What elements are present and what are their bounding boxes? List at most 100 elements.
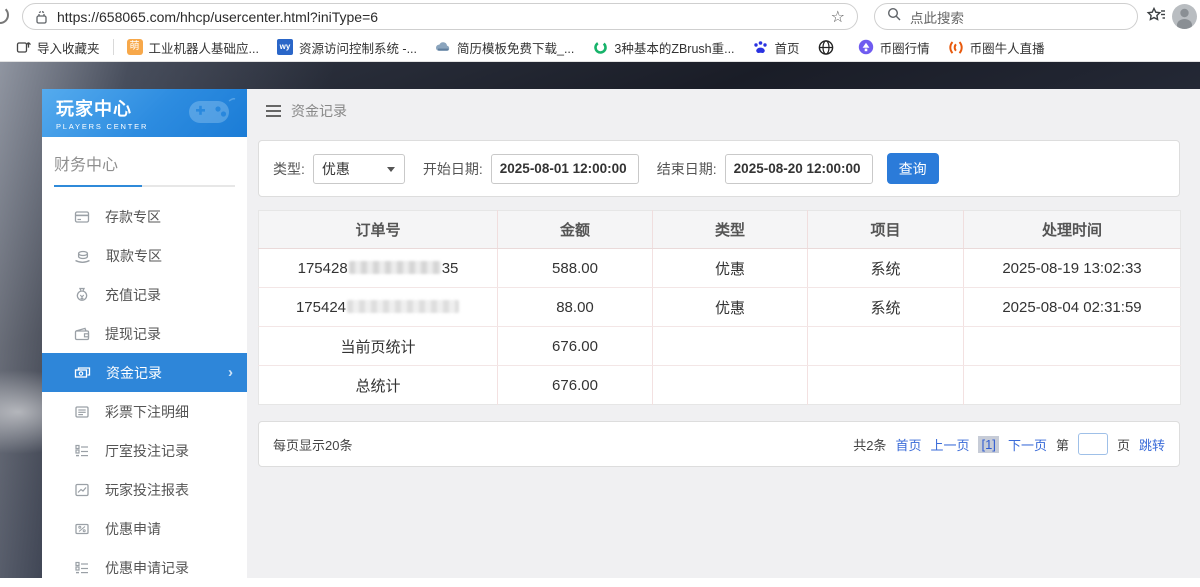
bookmark-item[interactable]: wy 资源访问控制系统 -... [268,38,426,57]
search-box[interactable]: 点此搜索 [874,3,1138,30]
sidebar-item-promo-apply-records[interactable]: 优惠申请记录 [42,548,247,587]
sidebar-item-label: 存款专区 [105,207,161,227]
lock-icon [35,10,48,24]
bookmark-star-icon[interactable]: ☆ [831,7,845,27]
bookmark-globe[interactable] [809,39,849,55]
time-cell: 2025-08-04 02:31:59 [964,288,1181,327]
sidebar-item-recharge-records[interactable]: 充值记录 [42,275,247,314]
sidebar-item-hall-bet-records[interactable]: 厅室投注记录 [42,431,247,470]
search-placeholder: 点此搜索 [910,7,964,27]
hand-coin-icon [74,248,91,264]
table-header-row: 订单号 金额 类型 项目 处理时间 [259,211,1181,249]
sidebar-item-fund-records[interactable]: 资金记录 › [42,353,247,392]
bookmark-item[interactable]: 简历模板免费下载_... [426,38,583,57]
url-bar[interactable]: https://658065.com/hhcp/usercenter.html?… [22,3,858,30]
bookmark-item[interactable]: 币圈行情 [849,38,939,57]
bookmark-item[interactable]: 首页 [744,38,809,57]
page-title: 资金记录 [291,101,347,121]
bookmark-label: 简历模板免费下载_... [457,38,574,57]
sidebar-item-label: 资金记录 [106,363,162,383]
sidebar-item-label: 玩家投注报表 [105,480,189,500]
summary-amount: 676.00 [498,366,653,405]
coupon-icon [74,521,90,537]
report-chart-icon [74,482,90,498]
list-icon [74,443,90,459]
current-page[interactable]: [1] [978,436,998,453]
jump-button[interactable]: 跳转 [1139,435,1165,454]
reload-icon[interactable] [0,6,9,24]
sidebar-item-promo-apply[interactable]: 优惠申请 [42,509,247,548]
total-count: 共2条 [853,435,886,454]
bookmark-label: 币圈行情 [880,38,930,57]
type-cell: 优惠 [653,288,808,327]
col-process-time: 处理时间 [964,211,1181,249]
bookmark-label: 首页 [775,38,800,57]
amount-cell: 88.00 [498,288,653,327]
bookmark-item[interactable]: 萌 工业机器人基础应... [118,38,268,57]
jump-suffix: 页 [1117,435,1130,454]
baidu-paw-icon [753,39,769,55]
orange-live-icon [948,39,964,55]
type-select[interactable]: 优惠 [313,154,405,184]
browser-chrome: https://658065.com/hhcp/usercenter.html?… [0,0,1200,62]
sidebar-item-label: 优惠申请 [105,519,161,539]
time-cell: 2025-08-19 13:02:33 [964,249,1181,288]
green-ring-icon [592,39,608,55]
favorites-list-icon[interactable] [1146,5,1168,27]
summary-amount: 676.00 [498,327,653,366]
sidebar-item-withdraw-zone[interactable]: 取款专区 [42,236,247,275]
gamepad-icon [185,97,237,136]
jump-prefix: 第 [1056,435,1069,454]
col-type: 类型 [653,211,808,249]
bookmarks-bar: 导入收藏夹 萌 工业机器人基础应... wy 资源访问控制系统 -... 简历模… [0,33,1200,62]
search-icon [887,7,901,26]
col-project: 项目 [808,211,964,249]
banknote-icon [74,365,91,381]
sidebar-item-lottery-bet-details[interactable]: 彩票下注明细 [42,392,247,431]
sidebar-item-label: 优惠申请记录 [105,558,189,578]
next-page-link[interactable]: 下一页 [1008,435,1047,454]
end-date-input[interactable] [725,154,873,184]
order-no-cell: 175424 [259,288,498,327]
breadcrumb: 资金记录 [247,89,1200,133]
sidebar-item-deposit-zone[interactable]: 存款专区 [42,197,247,236]
col-amount: 金额 [498,211,653,249]
type-select-value: 优惠 [322,159,350,179]
sidebar-item-player-bet-report[interactable]: 玩家投注报表 [42,470,247,509]
sidebar-item-label: 充值记录 [105,285,161,305]
url-text[interactable]: https://658065.com/hhcp/usercenter.html?… [57,9,831,25]
main-content: 资金记录 类型: 优惠 开始日期: 结束日期: 查询 订单号 金额 类型 项目 … [247,89,1200,578]
meng-orange-icon: 萌 [127,39,143,55]
filter-panel: 类型: 优惠 开始日期: 结束日期: 查询 [258,140,1180,197]
sidebar-item-label: 取款专区 [106,246,162,266]
money-bag-icon [74,287,90,303]
amount-cell: 588.00 [498,249,653,288]
import-favorites-icon [15,39,31,55]
prev-page-link[interactable]: 上一页 [930,435,969,454]
sidebar: 玩家中心 PLAYERS CENTER 财务中心 存款专区 取款专区 充值记录 … [42,89,247,578]
masked-digits [347,300,459,313]
bookmark-label: 资源访问控制系统 -... [299,38,417,57]
profile-avatar[interactable] [1172,4,1197,29]
type-cell: 优惠 [653,249,808,288]
summary-label: 当前页统计 [259,327,498,366]
bookmark-import[interactable]: 导入收藏夹 [6,38,109,57]
summary-row-page: 当前页统计 676.00 [259,327,1181,366]
project-cell: 系统 [808,249,964,288]
start-date-label: 开始日期: [423,159,483,179]
jump-page-input[interactable] [1078,433,1108,455]
summary-row-total: 总统计 676.00 [259,366,1181,405]
start-date-input[interactable] [491,154,639,184]
sidebar-item-withdraw-records[interactable]: 提现记录 [42,314,247,353]
globe-icon [818,39,834,55]
sidebar-item-label: 厅室投注记录 [105,441,189,461]
menu-toggle-icon[interactable] [266,105,281,117]
first-page-link[interactable]: 首页 [895,435,921,454]
bookmark-label: 工业机器人基础应... [149,38,259,57]
chevron-right-icon: › [228,364,233,381]
wallet-icon [74,326,90,342]
bookmark-item[interactable]: 3种基本的ZBrush重... [583,38,743,57]
fund-records-table: 订单号 金额 类型 项目 处理时间 17542835 588.00 优惠 系统 … [258,210,1181,405]
bookmark-item[interactable]: 币圈牛人直播 [939,38,1054,57]
query-button[interactable]: 查询 [887,153,939,184]
